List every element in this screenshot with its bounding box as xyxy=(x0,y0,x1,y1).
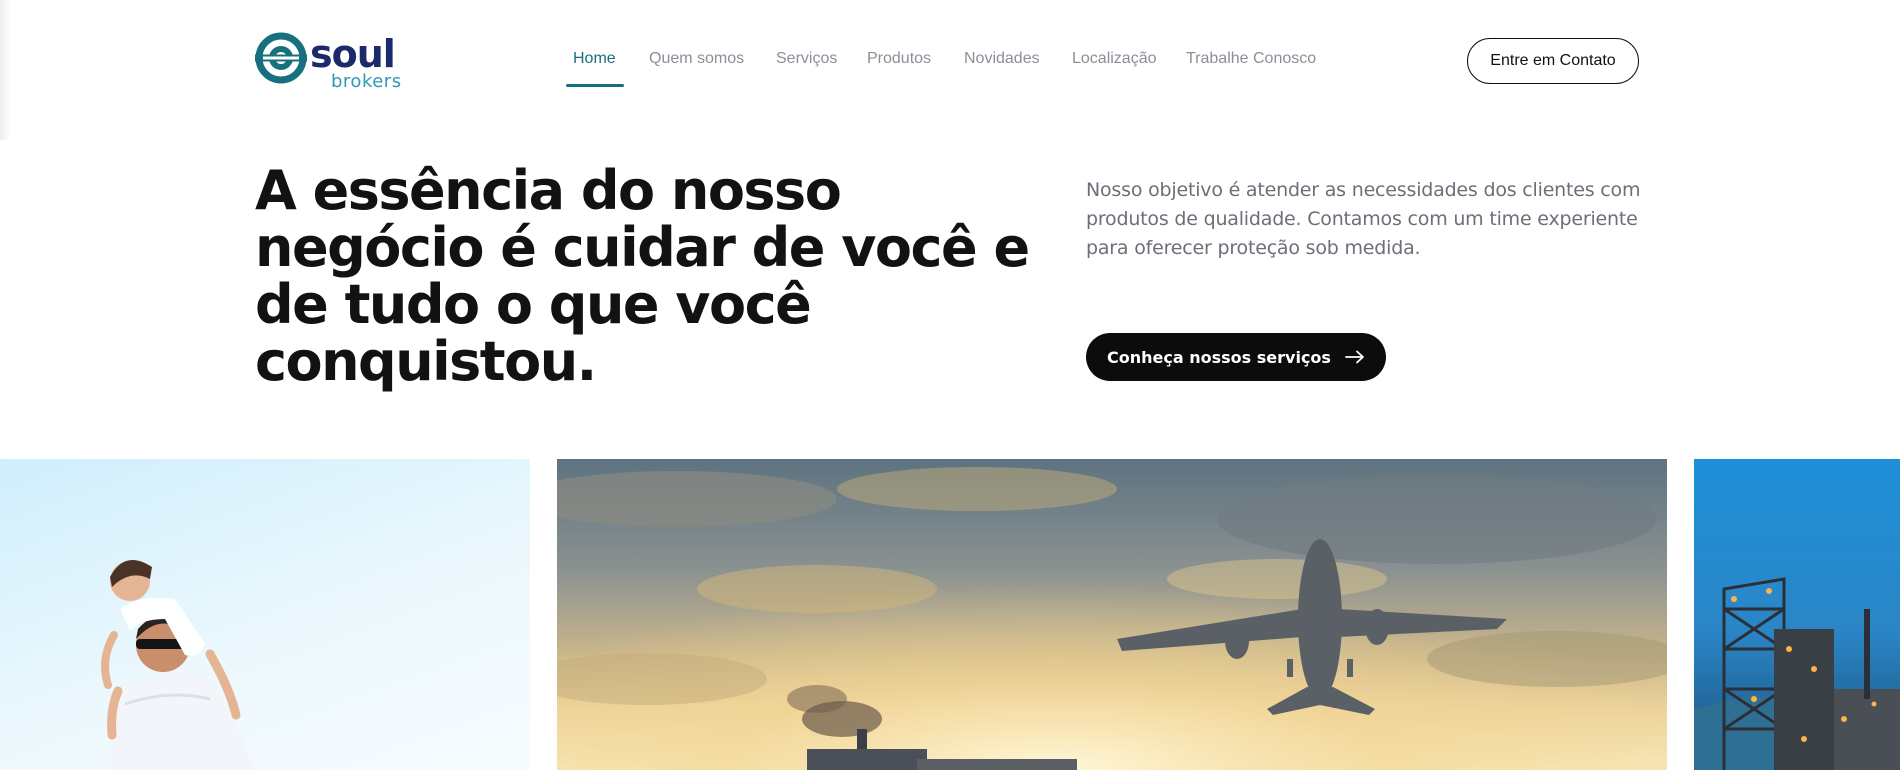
logo-mark-icon xyxy=(255,32,307,84)
nav-item-produtos[interactable]: Produtos xyxy=(867,50,931,68)
nav-item-localizacao[interactable]: Localização xyxy=(1072,50,1157,68)
hero-headline: A essência do nosso negócio é cuidar de … xyxy=(255,159,1030,393)
logo-subword: brokers xyxy=(331,71,402,92)
active-nav-indicator xyxy=(566,84,624,87)
cta-label: Conheça nossos serviços xyxy=(1107,347,1331,367)
services-cta-button[interactable]: Conheça nossos serviços xyxy=(1086,333,1386,381)
industrial-plant-photo xyxy=(1694,459,1900,770)
nav-item-trabalhe-conosco[interactable]: Trabalhe Conosco xyxy=(1186,50,1316,68)
hero-intro: Nosso objetivo é atender as necessidades… xyxy=(1086,179,1641,259)
contact-button[interactable]: Entre em Contato xyxy=(1467,38,1639,84)
nav-item-home[interactable]: Home xyxy=(573,50,616,68)
nav-item-novidades[interactable]: Novidades xyxy=(964,50,1040,68)
nav-item-quem-somos[interactable]: Quem somos xyxy=(649,50,744,68)
airplane-ship-photo xyxy=(557,459,1667,770)
arrow-right-icon xyxy=(1345,350,1364,364)
page-edge-shadow xyxy=(0,0,10,140)
family-photo xyxy=(0,459,530,770)
nav-item-servicos[interactable]: Serviços xyxy=(776,50,837,68)
brand-logo[interactable]: soul brokers xyxy=(255,30,415,94)
